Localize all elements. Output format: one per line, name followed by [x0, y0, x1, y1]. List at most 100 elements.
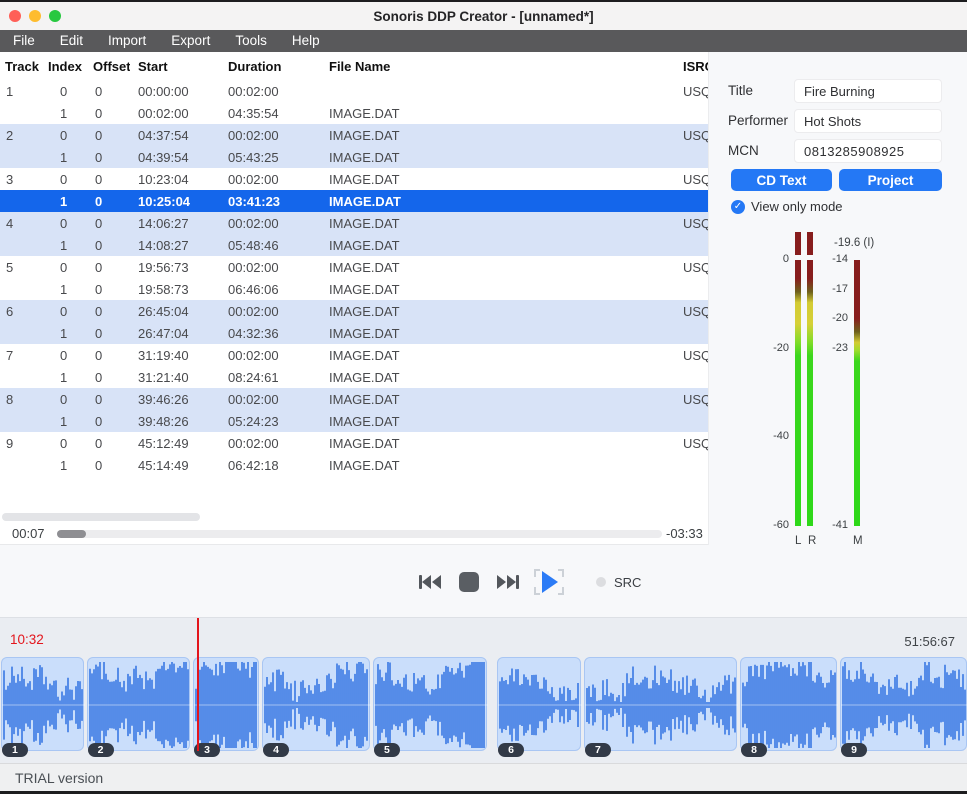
minimize-button[interactable] [29, 10, 41, 22]
close-button[interactable] [9, 10, 21, 22]
seek-bar[interactable] [57, 530, 662, 538]
cell-duration: 08:24:61 [222, 370, 320, 385]
track-number-badge: 2 [88, 743, 114, 757]
table-row[interactable]: 1026:47:0404:32:36IMAGE.DAT [0, 322, 708, 344]
column-header-start: Start [130, 59, 222, 74]
cell-offset: 0 [90, 326, 130, 341]
seek-bar-fill [57, 530, 86, 538]
table-row[interactable]: 1004:39:5405:43:25IMAGE.DAT [0, 146, 708, 168]
play-button[interactable] [533, 567, 565, 597]
table-row[interactable]: 60026:45:0400:02:00IMAGE.DATUSQ [0, 300, 708, 322]
waveform-segment-track-4[interactable]: 4 [262, 657, 370, 751]
window-title: Sonoris DDP Creator - [unnamed*] [0, 9, 967, 24]
next-track-button[interactable] [495, 573, 520, 591]
cell-start: 31:19:40 [130, 348, 222, 363]
cell-track: 3 [0, 172, 48, 187]
menu-item-help[interactable]: Help [292, 30, 320, 52]
cell-offset: 0 [90, 260, 130, 275]
column-header-offset: Offset [90, 59, 130, 74]
mcn-field[interactable] [794, 139, 942, 163]
table-row[interactable]: 1000:02:0004:35:54IMAGE.DAT [0, 102, 708, 124]
table-row[interactable]: 10000:00:0000:02:00USQ [0, 80, 708, 102]
cell-start: 19:58:73 [130, 282, 222, 297]
table-row[interactable]: 30010:23:0400:02:00IMAGE.DATUSQ [0, 168, 708, 190]
waveform-segment-track-5[interactable]: 5 [373, 657, 487, 751]
meter-mono-bar [854, 260, 860, 526]
performer-field[interactable] [794, 109, 942, 133]
cell-file: IMAGE.DAT [320, 194, 675, 209]
lr-scale-tick: -40 [759, 430, 789, 442]
cell-start: 10:23:04 [130, 172, 222, 187]
horizontal-scrollbar[interactable] [2, 513, 200, 521]
playhead-time-label: 10:32 [10, 632, 44, 647]
cell-file: IMAGE.DAT [320, 458, 675, 473]
view-only-label: View only mode [751, 199, 843, 214]
cell-isrc: USQ [675, 348, 708, 363]
waveform-segment-track-6[interactable]: 6 [497, 657, 581, 751]
cell-isrc: USQ [675, 216, 708, 231]
cell-track: 9 [0, 436, 48, 451]
track-number-badge: 9 [841, 743, 867, 757]
table-row[interactable]: 90045:12:4900:02:00IMAGE.DATUSQ [0, 432, 708, 454]
menu-item-file[interactable]: File [13, 30, 35, 52]
cell-start: 39:46:26 [130, 392, 222, 407]
table-row[interactable]: 80039:46:2600:02:00IMAGE.DATUSQ [0, 388, 708, 410]
menu-item-export[interactable]: Export [171, 30, 210, 52]
cell-isrc: USQ [675, 436, 708, 451]
table-row[interactable]: 1010:25:0403:41:23IMAGE.DAT [0, 190, 708, 212]
table-row[interactable]: 70031:19:4000:02:00IMAGE.DATUSQ [0, 344, 708, 366]
table-row[interactable]: 1039:48:2605:24:23IMAGE.DAT [0, 410, 708, 432]
maximize-button[interactable] [49, 10, 61, 22]
table-header: TrackIndexOffsetStartDurationFile NameIS… [0, 52, 708, 80]
previous-track-button[interactable] [418, 573, 443, 591]
cell-track: 6 [0, 304, 48, 319]
waveform-graphic [2, 658, 85, 752]
waveform-segment-track-2[interactable]: 2 [87, 657, 191, 751]
waveform-graphic [263, 658, 371, 752]
title-field[interactable] [794, 79, 942, 103]
cell-start: 45:12:49 [130, 436, 222, 451]
table-row[interactable]: 40014:06:2700:02:00IMAGE.DATUSQ [0, 212, 708, 234]
meter-left-peak-lamp [795, 232, 801, 255]
column-header-track: Track [0, 59, 48, 74]
waveform-timeline: 10:32 51:56:67 123456789 [0, 617, 967, 763]
stop-button[interactable] [456, 569, 482, 595]
cd-text-button[interactable]: CD Text [731, 169, 832, 191]
cell-duration: 05:43:25 [222, 150, 320, 165]
cell-file: IMAGE.DAT [320, 282, 675, 297]
waveform-segment-track-1[interactable]: 1 [1, 657, 84, 751]
cell-isrc: USQ [675, 392, 708, 407]
cell-track: 1 [0, 84, 48, 99]
waveform-segment-track-3[interactable]: 3 [193, 657, 259, 751]
project-button[interactable]: Project [839, 169, 942, 191]
table-row[interactable]: 1031:21:4008:24:61IMAGE.DAT [0, 366, 708, 388]
view-only-checkbox-icon[interactable]: ✓ [731, 200, 745, 214]
title-label: Title [728, 83, 753, 98]
menu-item-tools[interactable]: Tools [235, 30, 267, 52]
table-row[interactable]: 1014:08:2705:48:46IMAGE.DAT [0, 234, 708, 256]
table-row[interactable]: 1019:58:7306:46:06IMAGE.DAT [0, 278, 708, 300]
cell-offset: 0 [90, 458, 130, 473]
waveform-segment-track-9[interactable]: 9 [840, 657, 967, 751]
cell-offset: 0 [90, 370, 130, 385]
menu-item-edit[interactable]: Edit [60, 30, 83, 52]
app-window: Sonoris DDP Creator - [unnamed*] File Edi… [0, 0, 967, 794]
table-row[interactable]: 1045:14:4906:42:18IMAGE.DAT [0, 454, 708, 476]
menu-bar: File Edit Import Export Tools Help [0, 30, 967, 52]
table-row[interactable]: 50019:56:7300:02:00IMAGE.DATUSQ [0, 256, 708, 278]
waveform-segment-track-8[interactable]: 8 [740, 657, 837, 751]
table-body: 10000:00:0000:02:00USQ1000:02:0004:35:54… [0, 80, 708, 476]
cell-offset: 0 [90, 436, 130, 451]
waveform-segment-track-7[interactable]: 7 [584, 657, 737, 751]
menu-item-import[interactable]: Import [108, 30, 146, 52]
cell-start: 31:21:40 [130, 370, 222, 385]
lr-scale-tick: 0 [759, 253, 789, 265]
cell-track: 5 [0, 260, 48, 275]
status-text: TRIAL version [0, 770, 103, 786]
meter-right-peak-lamp [807, 232, 813, 255]
cell-offset: 0 [90, 414, 130, 429]
cell-start: 19:56:73 [130, 260, 222, 275]
table-row[interactable]: 20004:37:5400:02:00IMAGE.DATUSQ [0, 124, 708, 146]
cell-index: 0 [48, 216, 90, 231]
waveform-graphic [194, 658, 260, 752]
